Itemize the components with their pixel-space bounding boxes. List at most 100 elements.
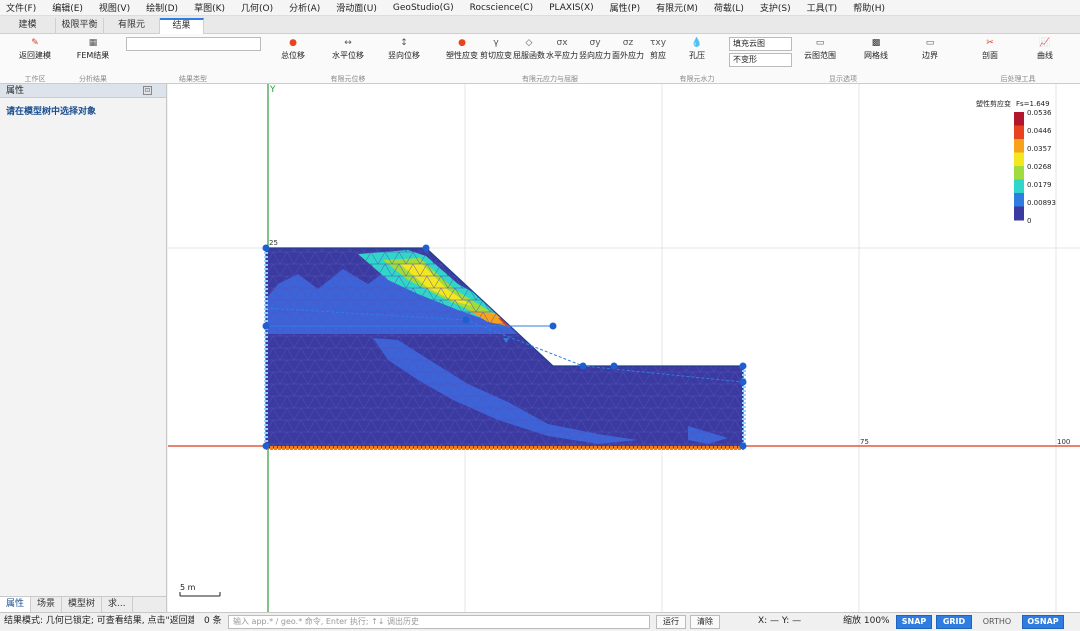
total-displacement-label: 总位移 xyxy=(281,51,305,60)
ortho-toggle[interactable]: ORTHO xyxy=(978,615,1016,629)
run-button[interactable]: 运行 xyxy=(656,615,686,629)
fem-results-button[interactable]: ▦ FEM结果 xyxy=(77,36,110,61)
yield-function-label: 屈服函数 xyxy=(513,51,545,60)
shear-strain-label: 剪切应变 xyxy=(480,51,512,60)
legend-value-1: 0.0446 xyxy=(1027,127,1052,135)
total-displacement-button[interactable]: ● 总位移 xyxy=(281,36,305,61)
sigma-z-icon: σz xyxy=(622,38,634,48)
total-displacement-icon: ● xyxy=(289,38,297,48)
pore-pressure-button[interactable]: 💧 孔压 xyxy=(689,36,705,61)
tab-limit-equilibrium[interactable]: 极限平衡 xyxy=(56,18,104,34)
yield-function-button[interactable]: ◇ 屈服函数 xyxy=(513,36,545,61)
menu-item-2[interactable]: 视图(V) xyxy=(99,1,130,14)
properties-panel-header: 属性 ⊡ xyxy=(0,84,166,98)
tab-solve[interactable]: 求... xyxy=(102,597,133,612)
menu-item-1[interactable]: 编辑(E) xyxy=(52,1,83,14)
water-drop-icon: 💧 xyxy=(691,38,703,48)
horizontal-stress-label: 水平应力 xyxy=(546,51,578,60)
legend-swatch-1 xyxy=(1014,125,1024,140)
tab-scene[interactable]: 场景 xyxy=(31,597,63,612)
tab-model-tree[interactable]: 模型树 xyxy=(62,597,103,612)
legend-value-0: 0.0536 xyxy=(1027,109,1052,117)
menu-item-12[interactable]: 有限元(M) xyxy=(656,1,698,14)
tab-properties[interactable]: 属性 xyxy=(0,597,32,612)
horizontal-stress-button[interactable]: σx 水平应力 xyxy=(546,36,578,61)
boundary-button[interactable]: ▭ 边界 xyxy=(922,36,938,61)
left-panel-tabs: 属性 场景 模型树 求... xyxy=(0,596,167,612)
menu-item-5[interactable]: 几何(O) xyxy=(241,1,273,14)
legend-fs: Fs=1.649 xyxy=(1016,100,1050,108)
legend-swatch-2 xyxy=(1014,139,1024,153)
group-label-post: 后处理工具 xyxy=(1000,75,1036,83)
menu-item-16[interactable]: 帮助(H) xyxy=(853,1,885,14)
menu-item-14[interactable]: 支护(S) xyxy=(760,1,791,14)
legend-value-4: 0.0179 xyxy=(1027,181,1052,189)
legend-swatch-4 xyxy=(1014,166,1024,180)
ribbon-tab-bar: 建模 极限平衡 有限元 结果 xyxy=(0,16,1080,34)
slope-mesh[interactable] xyxy=(266,248,744,448)
vertical-displacement-button[interactable]: ↕ 竖向位移 xyxy=(388,36,420,61)
vertical-displacement-label: 竖向位移 xyxy=(388,51,420,60)
osnap-toggle[interactable]: OSNAP xyxy=(1022,615,1064,629)
menu-item-10[interactable]: PLAXIS(X) xyxy=(549,3,594,13)
legend-swatch-6 xyxy=(1014,193,1024,207)
menu-item-7[interactable]: 滑动面(U) xyxy=(336,1,377,14)
menu-item-6[interactable]: 分析(A) xyxy=(289,1,320,14)
menu-item-9[interactable]: Rocscience(C) xyxy=(470,3,533,13)
command-input[interactable]: 输入 app.* / geo.* 命令, Enter 执行; ↑↓ 调出历史 xyxy=(228,615,650,629)
mesh-icon: ▩ xyxy=(871,38,881,48)
menu-item-13[interactable]: 荷载(L) xyxy=(714,1,744,14)
curve-button[interactable]: 📈 曲线 xyxy=(1037,36,1053,61)
horizontal-displacement-button[interactable]: ↔ 水平位移 xyxy=(332,36,364,61)
menu-item-11[interactable]: 属性(P) xyxy=(610,1,640,14)
legend-colorbar xyxy=(1014,112,1024,221)
tab-fem[interactable]: 有限元 xyxy=(104,18,160,34)
menu-item-8[interactable]: GeoStudio(G) xyxy=(393,3,454,13)
back-to-model-label: 返回建模 xyxy=(19,51,51,60)
group-label-workspace: 工作区 xyxy=(24,75,46,83)
shear-stress-label: 剪应 xyxy=(649,51,666,60)
contour-range-button[interactable]: ▭ 云图范围 xyxy=(804,36,836,61)
section-button[interactable]: ✂ 剖面 xyxy=(982,36,998,61)
vertical-stress-button[interactable]: σy 竖向应力 xyxy=(579,36,611,61)
legend-value-6: 0 xyxy=(1027,217,1031,225)
menu-item-3[interactable]: 绘制(D) xyxy=(146,1,178,14)
out-of-plane-stress-label: 面外应力 xyxy=(612,51,644,60)
legend-swatch-7 xyxy=(1014,206,1024,221)
result-type-select[interactable] xyxy=(126,37,261,51)
status-bar: 结果模式: 几何已锁定; 可查看结果, 点击"返回建模 0 条 输入 app.*… xyxy=(0,612,1080,630)
scale-bar-label: 5 m xyxy=(180,583,196,592)
pin-icon[interactable]: ⊡ xyxy=(143,86,152,95)
vertical-stress-label: 竖向应力 xyxy=(579,51,611,60)
tau-xy-icon: τxy xyxy=(649,38,667,48)
menu-item-4[interactable]: 草图(K) xyxy=(194,1,225,14)
legend-labels: 0.0536 0.0446 0.0357 0.0268 0.0179 0.00893 0 xyxy=(1027,109,1056,225)
grid-toggle[interactable]: GRID xyxy=(936,615,972,629)
shear-stress-button[interactable]: τxy 剪应 xyxy=(650,36,666,61)
plastic-strain-label: 塑性应变 xyxy=(446,51,478,60)
back-to-model-button[interactable]: ✎ 返回建模 xyxy=(19,36,51,61)
tab-modeling[interactable]: 建模 xyxy=(0,18,56,34)
deform-mode-select[interactable]: 不变形 xyxy=(729,53,792,67)
zoom-level: 缩放 100% xyxy=(843,616,890,626)
shear-strain-button[interactable]: γ 剪切应变 xyxy=(480,36,512,61)
group-label-fem-stress: 有限元应力与屈服 xyxy=(522,75,578,83)
tab-results[interactable]: 结果 xyxy=(160,18,204,34)
plastic-strain-button[interactable]: ● 塑性应变 xyxy=(446,36,478,61)
menu-item-0[interactable]: 文件(F) xyxy=(6,1,36,14)
mesh-lines-button[interactable]: ▩ 网格线 xyxy=(864,36,888,61)
scissors-icon: ✂ xyxy=(986,38,994,48)
curve-label: 曲线 xyxy=(1037,51,1053,60)
model-viewport[interactable]: Y 25 75 100 5 m 塑性剪应变 Fs=1.649 0.05360.0… xyxy=(168,84,1080,612)
fill-mode-select[interactable]: 填充云图 xyxy=(729,37,792,51)
mode-status-text: 结果模式: 几何已锁定; 可查看结果, 点击"返回建模 xyxy=(4,616,194,626)
snap-toggle[interactable]: SNAP xyxy=(896,615,932,629)
properties-panel: 属性 ⊡ 请在模型树中选择对象 xyxy=(0,84,167,596)
group-label-result-type: 结果类型 xyxy=(179,75,207,83)
clear-button[interactable]: 清除 xyxy=(690,615,720,629)
menu-item-15[interactable]: 工具(T) xyxy=(807,1,838,14)
model-canvas[interactable]: Y 25 75 100 5 m 塑性剪应变 Fs=1.649 0.0536 0.… xyxy=(168,84,1080,612)
out-of-plane-stress-button[interactable]: σz 面外应力 xyxy=(612,36,644,61)
group-label-fem-water: 有限元水力 xyxy=(679,75,715,83)
boundary-label: 边界 xyxy=(922,51,938,60)
